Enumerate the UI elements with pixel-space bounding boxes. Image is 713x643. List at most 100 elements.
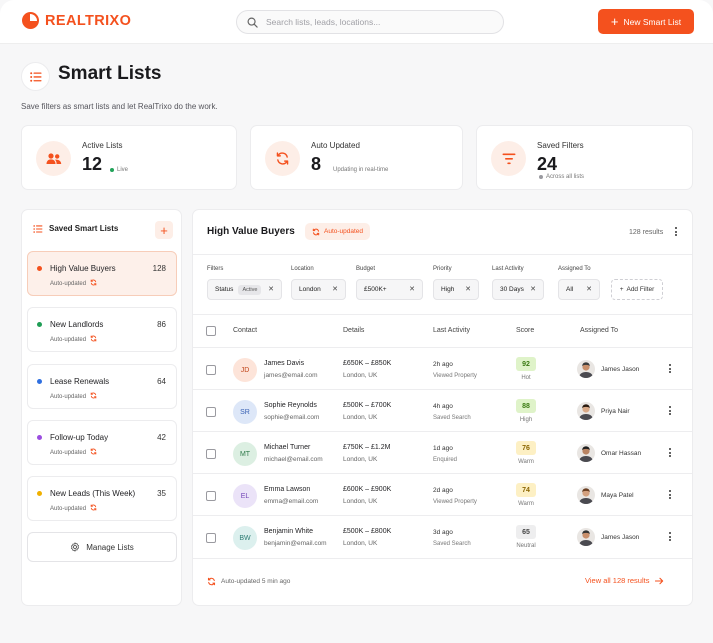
assignee-avatar bbox=[577, 486, 595, 504]
search-bar[interactable] bbox=[236, 10, 504, 34]
lead-score-value: 76 bbox=[522, 444, 530, 452]
row-checkbox[interactable] bbox=[206, 491, 216, 501]
more-options-icon[interactable] bbox=[672, 227, 680, 236]
lead-score-badge: 76 bbox=[516, 441, 536, 455]
assignee-avatar bbox=[577, 402, 595, 420]
close-icon[interactable]: ✕ bbox=[332, 285, 338, 293]
table-row[interactable]: MT Michael Turner michael@email.com £750K –… bbox=[193, 431, 692, 473]
sidebar-item[interactable]: New Landlords 86 Auto-updated bbox=[27, 307, 177, 352]
last-activity-type: Viewed Property bbox=[433, 499, 477, 505]
column-header-last-activity[interactable]: Last Activity bbox=[433, 327, 470, 334]
close-icon[interactable]: ✕ bbox=[465, 285, 471, 293]
close-icon[interactable]: ✕ bbox=[530, 285, 536, 293]
last-activity-time: 4h ago bbox=[433, 403, 453, 410]
filter-label: Last Activity bbox=[492, 266, 524, 272]
sidebar-item-count: 86 bbox=[157, 320, 166, 329]
new-smart-list-label: New Smart List bbox=[623, 16, 682, 27]
results-count: 128 results bbox=[629, 229, 664, 236]
sidebar-item[interactable]: Follow-up Today 42 Auto-updated bbox=[27, 420, 177, 465]
row-more-options-icon[interactable] bbox=[666, 490, 674, 499]
list-color-dot-icon bbox=[37, 491, 42, 496]
assignee-avatar bbox=[577, 360, 595, 378]
last-activity-type: Saved Search bbox=[433, 541, 471, 547]
stat-meta: Live bbox=[110, 167, 128, 173]
contact-location: London, UK bbox=[343, 372, 378, 379]
sidebar-item[interactable]: New Leads (This Week) 35 Auto-updated bbox=[27, 476, 177, 521]
column-header-score[interactable]: Score bbox=[516, 327, 534, 334]
search-icon bbox=[247, 17, 258, 28]
row-checkbox[interactable] bbox=[206, 407, 216, 417]
row-more-options-icon[interactable] bbox=[666, 448, 674, 457]
sidebar-item-label: High Value Buyers bbox=[50, 264, 116, 273]
row-checkbox[interactable] bbox=[206, 449, 216, 459]
select-all-checkbox[interactable] bbox=[206, 326, 216, 336]
row-more-options-icon[interactable] bbox=[666, 406, 674, 415]
close-icon[interactable]: ✕ bbox=[268, 285, 274, 293]
sidebar-item-status-text: Auto-updated bbox=[50, 505, 87, 512]
gear-icon bbox=[71, 542, 80, 552]
contact-name[interactable]: Michael Turner bbox=[264, 444, 310, 451]
filter-label: Location bbox=[291, 266, 314, 272]
contact-email: michael@email.com bbox=[264, 456, 323, 463]
stat-card-auto-updated: Auto Updated 8 Updating in real-time bbox=[250, 125, 463, 190]
assignee-name: Omar Hassan bbox=[601, 450, 642, 457]
sidebar-item-count: 35 bbox=[157, 489, 166, 498]
budget-range: £600K – £900K bbox=[343, 486, 392, 493]
add-list-button[interactable]: + bbox=[155, 221, 173, 239]
list-color-dot-icon bbox=[37, 379, 42, 384]
filter-icon bbox=[491, 141, 526, 176]
contact-name[interactable]: Emma Lawson bbox=[264, 486, 310, 493]
stat-label: Auto Updated bbox=[311, 141, 360, 150]
table-row[interactable]: BW Benjamin White benjamin@email.com £500K … bbox=[193, 515, 692, 557]
sidebar-item[interactable]: Lease Renewals 64 Auto-updated bbox=[27, 364, 177, 409]
budget-range: £500K – £700K bbox=[343, 402, 392, 409]
row-checkbox[interactable] bbox=[206, 533, 216, 543]
row-more-options-icon[interactable] bbox=[666, 364, 674, 373]
contact-email: james@email.com bbox=[264, 372, 318, 379]
brand-logo[interactable]: REALTRIXO bbox=[22, 12, 131, 29]
filter-label: Filters bbox=[207, 266, 224, 272]
filter-value: Status bbox=[215, 286, 234, 293]
budget-range: £750K – £1.2M bbox=[343, 444, 391, 451]
manage-lists-button[interactable]: Manage Lists bbox=[27, 532, 177, 562]
filter-chip[interactable]: £500K+ ✕ bbox=[356, 279, 423, 300]
contact-name[interactable]: Sophie Reynolds bbox=[264, 402, 317, 409]
filter-chip[interactable]: All ✕ bbox=[558, 279, 600, 300]
stat-meta-text: Across all lists bbox=[546, 174, 585, 180]
sidebar-item-status-text: Auto-updated bbox=[50, 336, 87, 343]
search-input[interactable] bbox=[266, 17, 486, 27]
contact-name[interactable]: Benjamin White bbox=[264, 528, 313, 535]
sidebar-item[interactable]: High Value Buyers 128 Auto-updated bbox=[27, 251, 177, 296]
close-icon[interactable]: ✕ bbox=[586, 285, 592, 293]
table-row[interactable]: SR Sophie Reynolds sophie@email.com £500K –… bbox=[193, 389, 692, 431]
new-smart-list-button[interactable]: + New Smart List bbox=[598, 9, 694, 34]
filter-chip[interactable]: High ✕ bbox=[433, 279, 479, 300]
filter-chip[interactable]: London ✕ bbox=[291, 279, 346, 300]
assignee-name: Maya Patel bbox=[601, 492, 634, 499]
row-more-options-icon[interactable] bbox=[666, 532, 674, 541]
view-all-label: View all 128 results bbox=[585, 576, 650, 585]
lead-score-label: Warm bbox=[518, 501, 534, 507]
column-header-details[interactable]: Details bbox=[343, 327, 364, 334]
filter-value: All bbox=[566, 286, 574, 293]
filter-chip[interactable]: Status Active ✕ bbox=[207, 279, 282, 300]
contact-location: London, UK bbox=[343, 540, 378, 547]
close-icon[interactable]: ✕ bbox=[409, 285, 415, 293]
column-header-assigned-to[interactable]: Assigned To bbox=[580, 327, 618, 334]
refresh-icon bbox=[207, 577, 216, 586]
table-row[interactable]: JD James Davis james@email.com £650K – £850… bbox=[193, 347, 692, 389]
filter-chip[interactable]: 30 Days ✕ bbox=[492, 279, 544, 300]
view-all-results-link[interactable]: View all 128 results bbox=[585, 576, 664, 585]
stat-meta-text: Live bbox=[117, 167, 129, 173]
add-filter-button[interactable]: + Add Filter bbox=[611, 279, 663, 300]
plus-icon: + bbox=[160, 222, 168, 238]
contact-avatar: SR bbox=[233, 400, 257, 424]
contact-name[interactable]: James Davis bbox=[264, 360, 304, 367]
sidebar-item-count: 64 bbox=[157, 377, 166, 386]
sidebar-item-status-text: Auto-updated bbox=[50, 280, 87, 287]
table-row[interactable]: EL Emma Lawson emma@email.com £600K – £900K… bbox=[193, 473, 692, 515]
sidebar-item-status: Auto-updated bbox=[50, 335, 97, 344]
column-header-contact[interactable]: Contact bbox=[233, 327, 257, 334]
row-checkbox[interactable] bbox=[206, 365, 216, 375]
last-activity-type: Enquired bbox=[433, 457, 458, 463]
